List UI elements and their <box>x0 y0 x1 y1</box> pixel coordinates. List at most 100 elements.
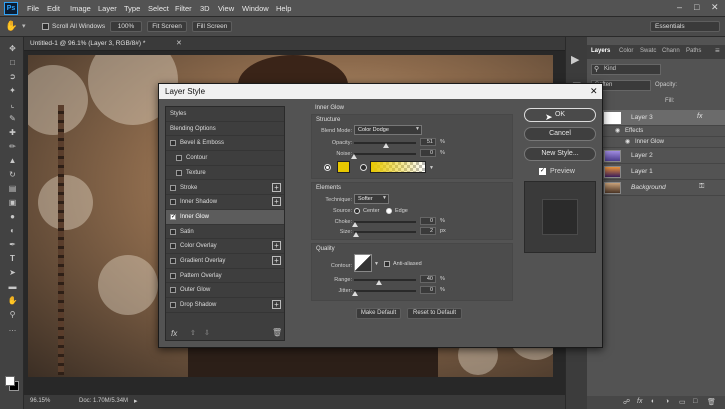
add-style-icon[interactable]: fx <box>637 398 642 405</box>
clone-stamp-icon[interactable]: ▲ <box>7 155 18 166</box>
link-layers-icon[interactable]: ☍ <box>623 398 630 406</box>
move-tool-icon[interactable]: ✥ <box>7 43 18 54</box>
layer-filter-kind[interactable]: ⚲ Kind <box>591 64 661 75</box>
new-style-button[interactable]: New Style... <box>524 147 596 161</box>
menu-file[interactable]: File <box>27 4 39 13</box>
maximize-icon[interactable]: □ <box>694 2 699 12</box>
menu-edit[interactable]: Edit <box>47 4 60 13</box>
close-document-icon[interactable]: ✕ <box>176 39 182 47</box>
preview-checkbox[interactable]: ✓ <box>539 168 546 175</box>
add-stroke-icon[interactable]: + <box>272 182 281 192</box>
contour-item[interactable]: Contour <box>166 151 284 166</box>
document-tab[interactable]: Untitled-1 @ 96.1% (Layer 3, RGB/8#) * ✕ <box>24 37 565 51</box>
dropdown-arrow-icon[interactable]: ▾ <box>22 22 26 30</box>
visibility-icon[interactable]: ◉ <box>625 138 630 145</box>
inner-shadow-checkbox[interactable] <box>170 199 176 206</box>
pen-tool-icon[interactable]: ✒ <box>7 239 18 250</box>
tab-paths[interactable]: Paths <box>686 48 701 54</box>
source-center-radio[interactable] <box>354 208 360 214</box>
source-edge-radio[interactable] <box>386 208 392 214</box>
range-slider-handle[interactable] <box>375 280 382 285</box>
menu-type[interactable]: Type <box>124 4 140 13</box>
bevel-emboss-item[interactable]: Bevel & Emboss <box>166 136 284 152</box>
gradient-tool-icon[interactable]: ▣ <box>7 197 18 208</box>
range-slider[interactable] <box>354 279 416 281</box>
pattern-overlay-item[interactable]: Pattern Overlay <box>166 269 284 284</box>
menu-3d[interactable]: 3D <box>200 4 210 13</box>
layer-row-layer3[interactable]: ◉ Layer 3 fx <box>587 110 725 126</box>
workspace-selector[interactable]: Essentials <box>650 21 720 32</box>
jitter-slider-handle[interactable] <box>352 291 358 296</box>
dodge-tool-icon[interactable]: ◐ <box>7 225 18 236</box>
drop-shadow-item[interactable]: Drop Shadow + <box>166 298 284 313</box>
inner-shadow-item[interactable]: Inner Shadow + <box>166 195 284 210</box>
layer-effects-row[interactable]: ◉ Effects <box>587 126 725 137</box>
delete-layer-icon[interactable]: 🗑 <box>707 398 716 406</box>
path-selection-icon[interactable]: ➤ <box>7 267 18 278</box>
choke-slider-handle[interactable] <box>352 222 358 227</box>
minimize-icon[interactable]: – <box>677 2 682 12</box>
blending-options-item[interactable]: Blending Options <box>166 122 284 137</box>
make-default-button[interactable]: Make Default <box>356 308 401 319</box>
fx-icon[interactable]: fx <box>697 113 702 120</box>
glow-color-swatch[interactable] <box>337 161 350 173</box>
add-inner-shadow-icon[interactable]: + <box>272 197 281 207</box>
layer-row-layer1[interactable]: ◉ Layer 1 <box>587 164 725 180</box>
new-layer-icon[interactable]: □ <box>693 398 697 405</box>
texture-item[interactable]: Texture <box>166 166 284 181</box>
brush-tool-icon[interactable]: ✏ <box>7 141 18 152</box>
cancel-button[interactable]: Cancel <box>524 127 596 141</box>
menu-view[interactable]: View <box>218 4 234 13</box>
lasso-tool-icon[interactable]: ➲ <box>7 71 18 82</box>
blend-mode-select[interactable]: Color Dodge <box>354 125 422 135</box>
anti-aliased-checkbox[interactable] <box>384 261 390 267</box>
choke-slider[interactable] <box>354 221 416 223</box>
size-value[interactable]: 2 <box>420 227 436 235</box>
pattern-overlay-checkbox[interactable] <box>170 272 176 279</box>
opacity-value[interactable]: 51 <box>420 138 436 146</box>
color-overlay-item[interactable]: Color Overlay + <box>166 239 284 254</box>
history-brush-icon[interactable]: ↻ <box>7 169 18 180</box>
shape-tool-icon[interactable]: ▬ <box>7 281 18 292</box>
layer-inner-glow-row[interactable]: ◉ Inner Glow <box>587 137 725 148</box>
menu-image[interactable]: Image <box>70 4 91 13</box>
color-radio[interactable] <box>324 164 331 171</box>
foreground-color-swatch[interactable] <box>5 376 15 386</box>
scroll-all-checkbox[interactable] <box>42 23 49 30</box>
noise-value[interactable]: 0 <box>420 149 436 157</box>
dialog-close-icon[interactable]: ✕ <box>590 86 598 97</box>
healing-brush-icon[interactable]: ✚ <box>7 127 18 138</box>
noise-slider[interactable] <box>354 153 416 155</box>
more-tools-icon[interactable]: … <box>7 323 18 334</box>
fit-screen-button[interactable]: Fit Screen <box>147 21 187 32</box>
menu-help[interactable]: Help <box>276 4 291 13</box>
play-action-icon[interactable]: ▶ <box>571 53 579 66</box>
glow-gradient-picker[interactable] <box>370 161 426 173</box>
opacity-slider-handle[interactable] <box>382 143 389 148</box>
bevel-emboss-checkbox[interactable] <box>170 140 176 147</box>
tab-color[interactable]: Color <box>619 48 633 54</box>
inner-glow-checkbox[interactable]: ✓ <box>170 213 176 220</box>
crop-tool-icon[interactable]: ⌞ <box>7 99 18 110</box>
add-color-overlay-icon[interactable]: + <box>272 241 281 251</box>
blur-tool-icon[interactable]: ● <box>7 211 18 222</box>
move-up-icon[interactable]: ⇧ <box>190 329 196 337</box>
drop-shadow-checkbox[interactable] <box>170 302 176 309</box>
status-arrow-icon[interactable]: ▸ <box>134 397 138 405</box>
chevron-down-icon[interactable]: ▼ <box>374 261 379 267</box>
magic-wand-icon[interactable]: ✦ <box>7 85 18 96</box>
color-overlay-checkbox[interactable] <box>170 243 176 250</box>
reset-default-button[interactable]: Reset to Default <box>407 308 462 319</box>
layer-row-layer2[interactable]: ◉ Layer 2 <box>587 148 725 164</box>
contour-picker[interactable] <box>354 254 372 272</box>
stroke-item[interactable]: Stroke + <box>166 181 284 196</box>
inner-glow-item[interactable]: ✓ Inner Glow <box>166 209 284 225</box>
gradient-overlay-checkbox[interactable] <box>170 258 176 264</box>
ok-button[interactable]: OK <box>524 108 596 122</box>
zoom-tool-icon[interactable]: ⚲ <box>7 309 18 320</box>
stroke-checkbox[interactable] <box>170 184 176 191</box>
panel-menu-icon[interactable]: ≡ <box>715 46 720 55</box>
layer-row-background[interactable]: ◉ Background ⚿ <box>587 180 725 196</box>
add-drop-shadow-icon[interactable]: + <box>272 300 281 310</box>
zoom-level[interactable]: 96.15% <box>30 398 50 404</box>
